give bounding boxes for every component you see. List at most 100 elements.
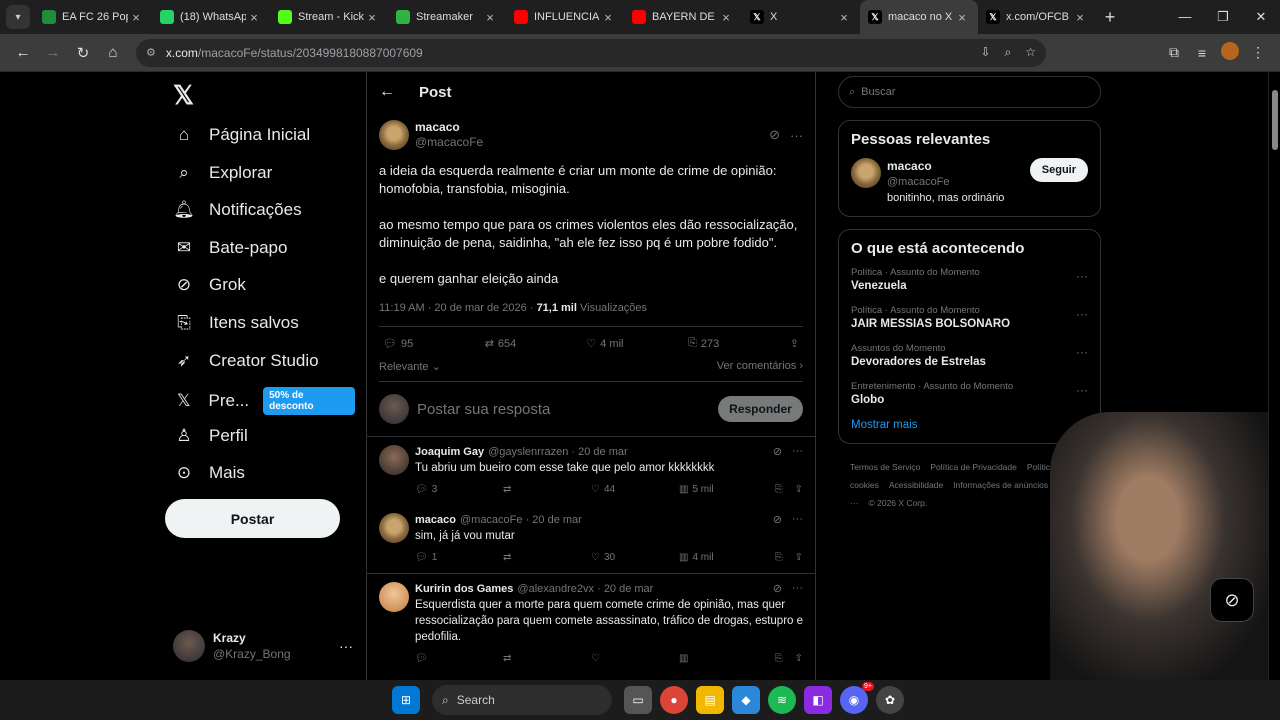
reply-author-handle[interactable]: @gayslenrrazen	[488, 446, 568, 458]
reply-action[interactable]: 💬︎	[415, 653, 503, 664]
close-tab-icon[interactable]: ×	[600, 10, 616, 25]
back-button[interactable]: ←	[8, 44, 38, 61]
more-icon[interactable]: ···	[1076, 345, 1088, 359]
bookmark-icon[interactable]: ⎘	[775, 552, 783, 563]
home-button[interactable]: ⌂	[98, 44, 128, 61]
reply-action[interactable]: 💬︎ 95	[383, 337, 485, 351]
footer-link[interactable]: Acessibilidade	[889, 480, 943, 490]
footer-link[interactable]: Política de Privacidade	[930, 462, 1016, 472]
avatar[interactable]	[379, 445, 409, 475]
extensions-icon[interactable]: ⧉	[1160, 44, 1188, 61]
reply-date[interactable]: · 20 de mar	[526, 514, 582, 526]
views-action[interactable]: ▥ 4 mil	[679, 552, 767, 563]
task-view-icon[interactable]: ▭	[624, 686, 652, 714]
grok-icon[interactable]: ⊘	[773, 445, 782, 458]
nav-item[interactable]: ⌕ Explorar	[173, 162, 272, 184]
nav-item[interactable]: 𝕏 Pre... 50% de desconto	[173, 387, 355, 416]
follow-button[interactable]: Seguir	[1029, 158, 1088, 182]
browser-menu-icon[interactable]: ⋮	[1244, 44, 1272, 61]
reply-date[interactable]: · 20 de mar	[571, 446, 627, 458]
like-action[interactable]: ♡ 4 mil	[586, 337, 688, 351]
like-action[interactable]: ♡ 44	[591, 484, 679, 495]
bookmark-icon[interactable]: ⎘	[775, 484, 783, 495]
avatar[interactable]	[379, 582, 409, 612]
like-action[interactable]: ♡	[591, 653, 679, 664]
grok-icon[interactable]: ⊘	[773, 582, 782, 595]
nav-item[interactable]: ⊙ Mais	[173, 462, 245, 484]
reply-author-name[interactable]: macaco	[415, 514, 456, 526]
close-tab-icon[interactable]: ×	[718, 10, 734, 25]
more-icon[interactable]: ···	[792, 513, 803, 526]
more-icon[interactable]: ···	[792, 445, 803, 458]
nav-item[interactable]: ⊘ Grok	[173, 274, 246, 296]
app-icon[interactable]: ✿	[876, 686, 904, 714]
browser-tab[interactable]: BAYERN DE M ×	[624, 0, 742, 34]
more-icon[interactable]: ···	[1076, 307, 1088, 321]
browser-tab[interactable]: 𝕏 x.com/OFCB ×	[978, 0, 1096, 34]
browser-tab[interactable]: 𝕏 X ×	[742, 0, 860, 34]
avatar[interactable]	[379, 120, 409, 150]
footer-link[interactable]: Termos de Serviço	[850, 462, 920, 472]
bookmark-icon[interactable]: ⎘	[775, 653, 783, 664]
close-tab-icon[interactable]: ×	[1072, 10, 1088, 25]
post-timestamp[interactable]: 11:19 AM · 20 de mar de 2026 ·	[379, 302, 534, 314]
reply-author-name[interactable]: Joaquim Gay	[415, 446, 484, 458]
close-tab-icon[interactable]: ×	[246, 10, 262, 25]
reply-date[interactable]: · 20 de mar	[597, 583, 653, 595]
page-scrollbar[interactable]	[1268, 72, 1280, 680]
nav-item[interactable]: ⌂ Página Inicial	[173, 124, 310, 146]
bookmark-action[interactable]: ⎘ 273	[688, 337, 790, 350]
new-tab-button[interactable]: +	[1096, 7, 1124, 28]
capture-app-icon[interactable]: ◧	[804, 686, 832, 714]
grok-icon[interactable]: ⊘	[773, 513, 782, 526]
x-logo-icon[interactable]: 𝕏	[173, 80, 194, 111]
nav-item[interactable]: ♙ Perfil	[173, 425, 247, 447]
zoom-icon[interactable]: ⌕	[1005, 45, 1012, 60]
more-icon[interactable]: ···	[339, 638, 353, 654]
restore-button[interactable]: ❐	[1204, 9, 1242, 25]
browser-tab[interactable]: INFLUENCIAD ×	[506, 0, 624, 34]
relevant-person[interactable]: macaco @macacoFe bonitinho, mas ordinári…	[851, 158, 1088, 206]
repost-action[interactable]: ⇄	[503, 552, 591, 563]
trend-item[interactable]: Política · Assunto do Momento Venezuela …	[851, 267, 1088, 292]
bookmark-star-icon[interactable]: ☆	[1025, 45, 1036, 60]
discord-icon[interactable]: ◉ 9+	[840, 682, 874, 714]
person-name[interactable]: macaco	[887, 158, 1030, 174]
browser-tab[interactable]: 𝕏 macaco no X ×	[860, 0, 978, 34]
browser-tab[interactable]: (18) WhatsAp ×	[152, 0, 270, 34]
more-icon[interactable]: ···	[792, 582, 803, 595]
reply-input[interactable]: Postar sua resposta	[417, 401, 718, 418]
reply-author-handle[interactable]: @macacoFe	[460, 514, 523, 526]
windows-start-icon[interactable]: ⊞	[392, 686, 420, 714]
media-control-icon[interactable]: ≡	[1188, 45, 1216, 61]
reply-author-name[interactable]: Kuririn dos Games	[415, 583, 513, 595]
nav-item[interactable]: ✉ Bate-papo	[173, 237, 288, 259]
post-button[interactable]: Postar	[165, 499, 340, 538]
author-handle[interactable]: @macacoFe	[415, 135, 483, 150]
reply-tweet[interactable]: Kuririn dos Games @alexandre2vx · 20 de …	[367, 574, 815, 674]
footer-link[interactable]: © 2026 X Corp.	[869, 498, 928, 508]
nav-item[interactable]: 🔔︎ Notificações	[173, 199, 301, 221]
browser-tab[interactable]: Streamaker ×	[388, 0, 506, 34]
trend-item[interactable]: Entretenimento · Assunto do Momento Glob…	[851, 381, 1088, 406]
close-tab-icon[interactable]: ×	[482, 10, 498, 25]
browser-tab[interactable]: Stream - Kick ×	[270, 0, 388, 34]
trend-item[interactable]: Política · Assunto do Momento JAIR MESSI…	[851, 305, 1088, 330]
grok-icon[interactable]: ⊘	[769, 127, 780, 143]
reply-action[interactable]: 💬︎ 1	[415, 552, 503, 563]
more-icon[interactable]: ···	[790, 128, 803, 143]
back-arrow-icon[interactable]: ←	[379, 83, 395, 101]
profile-avatar[interactable]	[1216, 42, 1244, 63]
views-action[interactable]: ▥	[679, 653, 767, 664]
views-action[interactable]: ▥ 5 mil	[679, 484, 767, 495]
close-tab-icon[interactable]: ×	[954, 10, 970, 25]
close-window-button[interactable]: ✕	[1242, 9, 1280, 25]
reply-author-handle[interactable]: @alexandre2vx	[517, 583, 594, 595]
more-icon[interactable]: ···	[1076, 269, 1088, 283]
sort-dropdown[interactable]: Relevante ⌄	[379, 360, 441, 373]
file-explorer-icon[interactable]: ▤	[696, 686, 724, 714]
nav-item[interactable]: ⎘ Itens salvos	[173, 312, 299, 334]
taskbar-search[interactable]: ⌕ Search	[432, 685, 612, 715]
close-tab-icon[interactable]: ×	[364, 10, 380, 25]
repost-action[interactable]: ⇄	[503, 653, 591, 664]
